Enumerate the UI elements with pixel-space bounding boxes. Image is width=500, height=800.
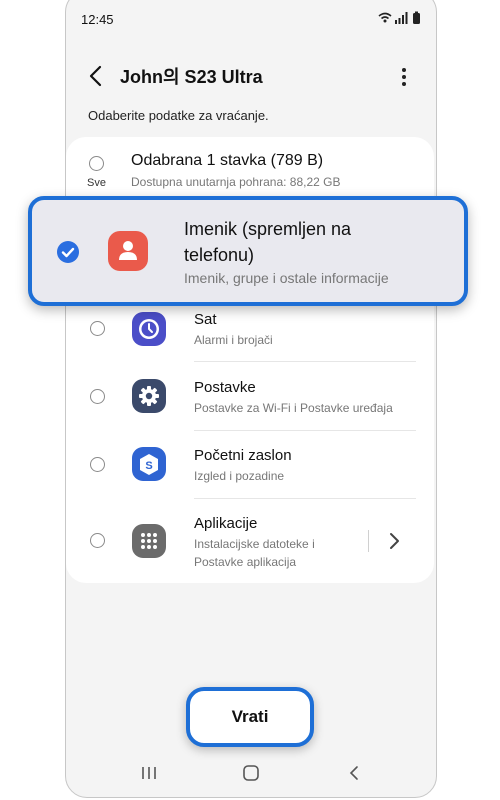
divider xyxy=(194,361,416,362)
home-button[interactable] xyxy=(241,764,261,782)
item-title-pocetni-zaslon: Početni zaslon xyxy=(194,447,292,464)
home-icon xyxy=(243,765,259,781)
recents-icon xyxy=(142,767,156,779)
chevron-right-icon xyxy=(390,533,399,549)
item-subtitle-pocetni-zaslon: Izgled i pozadine xyxy=(194,469,285,483)
back-icon xyxy=(349,766,358,780)
item-title-postavke: Postavke xyxy=(194,379,256,396)
wifi-icon xyxy=(378,12,392,23)
checkbox-imenik[interactable] xyxy=(57,241,79,263)
checkbox-sat[interactable] xyxy=(90,321,105,336)
aplikacije-details-button[interactable] xyxy=(386,531,402,551)
page-title: John의 S23 Ultra xyxy=(120,67,263,87)
signal-icon xyxy=(395,12,408,24)
divider xyxy=(368,530,369,552)
checkbox-aplikacije[interactable] xyxy=(90,533,105,548)
restore-button[interactable]: Vrati xyxy=(186,687,314,747)
item-subtitle-imenik: Imenik, grupe i ostale informacije xyxy=(184,270,389,286)
item-subtitle-aplikacije-line2: Postavke aplikacija xyxy=(194,555,297,569)
clock-icon xyxy=(132,312,166,346)
contacts-icon xyxy=(108,231,148,271)
checkbox-pocetni-zaslon[interactable] xyxy=(90,457,105,472)
recent-apps-button[interactable] xyxy=(139,764,159,782)
divider xyxy=(194,430,416,431)
apps-grid-icon xyxy=(132,524,166,558)
selected-count: Odabrana 1 stavka (789 B) xyxy=(131,152,324,169)
item-title-imenik: Imenik (spremljen na telefonu) xyxy=(184,219,352,265)
svg-text:S: S xyxy=(145,460,152,472)
status-time: 12:45 xyxy=(81,12,114,27)
item-title-aplikacije: Aplikacije xyxy=(194,515,258,532)
checkbox-postavke[interactable] xyxy=(90,389,105,404)
instruction-text: Odaberite podatke za vraćanje. xyxy=(88,108,269,123)
more-options-button[interactable] xyxy=(394,64,414,90)
back-button[interactable] xyxy=(84,62,108,90)
home-screen-icon: S xyxy=(132,447,166,481)
divider xyxy=(194,498,416,499)
available-storage: Dostupna unutarnja pohrana: 88,22 GB xyxy=(131,175,341,189)
nav-back-button[interactable] xyxy=(345,764,365,782)
item-subtitle-aplikacije-line1: Instalacijske datoteke i xyxy=(194,537,315,551)
battery-icon xyxy=(413,11,420,24)
select-all-checkbox[interactable] xyxy=(89,156,104,171)
more-vertical-icon xyxy=(402,68,406,86)
item-subtitle-postavke: Postavke za Wi-Fi i Postavke uređaja xyxy=(194,401,393,415)
gear-icon xyxy=(132,379,166,413)
item-subtitle-sat: Alarmi i brojači xyxy=(194,333,273,347)
checkmark-icon xyxy=(61,247,75,258)
status-icons xyxy=(378,11,420,24)
back-arrow-icon xyxy=(89,65,102,87)
select-all-label: Sve xyxy=(87,177,106,189)
item-title-sat: Sat xyxy=(194,311,217,328)
